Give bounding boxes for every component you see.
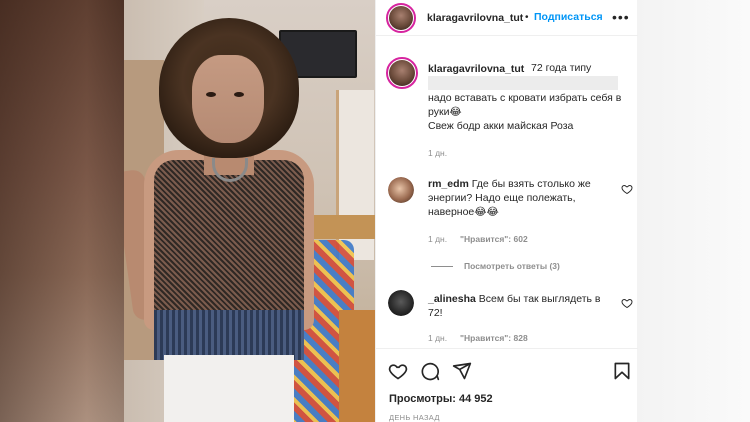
follow-button[interactable]: Подписаться — [534, 11, 603, 23]
author-username[interactable]: klaragavrilovna_tut — [427, 12, 523, 24]
view-replies-button[interactable]: Посмотреть ответы (3) — [464, 261, 560, 271]
caption-avatar[interactable] — [386, 57, 418, 89]
comment-1-time[interactable]: 1 дн. — [428, 234, 447, 244]
comment-1-line-1: Где бы взять столько же — [471, 178, 591, 190]
comment-1-likes[interactable]: "Нравится": 602 — [460, 234, 528, 244]
caption-line-2: надо вставать с кровати избрать себя в — [428, 92, 622, 104]
comment-2-likes[interactable]: "Нравится": 828 — [460, 333, 528, 343]
post-header: klaragavrilovna_tut • Подписаться ••• — [376, 0, 638, 36]
more-options-button[interactable]: ••• — [612, 9, 630, 25]
comment-1-line-2: энергии? Надо еще полежать, — [428, 192, 576, 204]
comment-1-line-3: наверное😂😂 — [428, 206, 499, 218]
video-person-eye-right — [234, 92, 244, 97]
comment-avatar[interactable] — [388, 177, 414, 203]
comment-2-text: _alinesha Всем бы так выглядеть в — [428, 292, 600, 307]
video-person-eye-left — [206, 92, 216, 97]
author-avatar[interactable] — [386, 3, 416, 33]
separator-dot: • — [525, 12, 529, 23]
comment-2-username[interactable]: _alinesha — [428, 293, 476, 305]
caption-line-3: руки😂 — [428, 106, 462, 118]
post-panel: klaragavrilovna_tut • Подписаться ••• kl… — [375, 0, 638, 422]
caption-time[interactable]: 1 дн. — [428, 148, 447, 158]
comment-like-heart-icon[interactable] — [621, 183, 633, 195]
comment-like-heart-icon[interactable] — [621, 297, 633, 309]
views-count: Просмотры: 44 952 — [389, 393, 493, 405]
comment-1-username[interactable]: rm_edm — [428, 178, 469, 190]
video-person-belt — [154, 310, 304, 360]
video-person-pants — [164, 355, 294, 422]
comment-icon[interactable] — [420, 361, 440, 381]
comment-1-text: rm_edm Где бы взять столько же — [428, 177, 591, 192]
video-chair-back — [339, 310, 375, 422]
comment-avatar[interactable] — [388, 290, 414, 316]
bookmark-icon[interactable] — [612, 361, 632, 381]
caption-line-4: Свеж бодр акки майская Роза — [428, 120, 574, 132]
video-person-face — [192, 55, 264, 143]
post-timestamp[interactable]: ДЕНЬ НАЗАД — [389, 413, 440, 422]
blurred-background-right — [637, 0, 750, 422]
comment-2-time[interactable]: 1 дн. — [428, 333, 447, 343]
comment-2-line-1: Всем бы так выглядеть в — [478, 293, 601, 305]
post-video[interactable] — [124, 0, 375, 422]
video-person-shirt — [154, 160, 304, 330]
send-icon[interactable] — [452, 361, 472, 381]
caption-redacted — [428, 76, 618, 90]
heart-icon[interactable] — [388, 361, 408, 381]
post-actions-bar — [376, 348, 638, 392]
blurred-background-left — [0, 0, 124, 422]
comment-2-line-2: 72! — [428, 307, 443, 319]
caption-username[interactable]: klaragavrilovna_tut — [428, 63, 524, 75]
replies-divider — [431, 266, 453, 267]
caption-line-1: 72 года типу — [531, 62, 592, 74]
